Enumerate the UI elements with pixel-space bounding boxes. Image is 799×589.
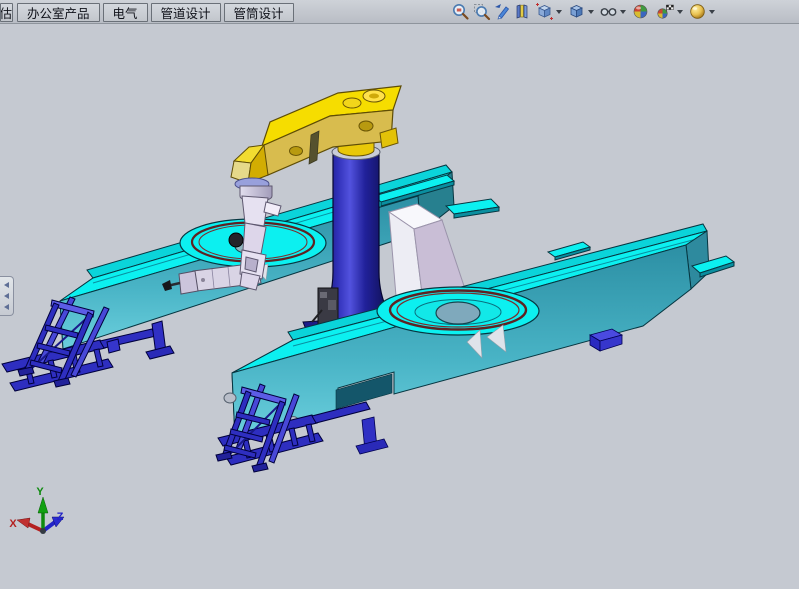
display-style-icon[interactable]	[566, 1, 587, 22]
application-window: X Y Z 估 办公室产品 电气 管道设计 管筒设计	[0, 0, 799, 589]
zoom-to-fit-icon[interactable]	[450, 1, 471, 22]
apply-scene-icon[interactable]	[655, 1, 676, 22]
tab-evaluate-partial[interactable]: 估	[0, 3, 13, 22]
hide-show-items-icon[interactable]	[598, 1, 619, 22]
feature-panel-expand-button[interactable]	[0, 276, 14, 316]
graphics-viewport[interactable]: X Y Z	[0, 0, 799, 589]
front-ring-boss[interactable]	[377, 287, 539, 335]
tab-electrical[interactable]: 电气	[103, 3, 148, 22]
tab-office-products[interactable]: 办公室产品	[17, 3, 100, 22]
view-settings-dropdown[interactable]	[709, 10, 715, 14]
section-view-icon[interactable]	[513, 1, 534, 22]
apply-scene-dropdown[interactable]	[677, 10, 683, 14]
y-axis-label: Y	[36, 486, 44, 498]
view-settings-icon[interactable]	[687, 1, 708, 22]
heads-up-view-toolbar	[450, 1, 719, 22]
triple-left-arrows-icon	[4, 282, 9, 288]
triple-left-arrows-icon	[4, 304, 9, 310]
triple-left-arrows-icon	[4, 293, 9, 299]
zoom-to-area-icon[interactable]	[471, 1, 492, 22]
view-orientation-icon[interactable]	[534, 1, 555, 22]
x-axis-label: X	[9, 518, 17, 530]
tab-piping-design[interactable]: 管道设计	[151, 3, 221, 22]
command-manager-tabs: 估 办公室产品 电气 管道设计 管筒设计	[0, 3, 297, 22]
z-axis-label: Z	[57, 511, 64, 523]
hide-show-items-dropdown[interactable]	[620, 10, 626, 14]
edit-appearance-icon[interactable]	[630, 1, 651, 22]
display-style-dropdown[interactable]	[588, 10, 594, 14]
previous-view-icon[interactable]	[492, 1, 513, 22]
tab-tubing-design[interactable]: 管筒设计	[224, 3, 294, 22]
command-toolbar: 估 办公室产品 电气 管道设计 管筒设计	[0, 0, 799, 24]
view-orientation-dropdown[interactable]	[556, 10, 562, 14]
